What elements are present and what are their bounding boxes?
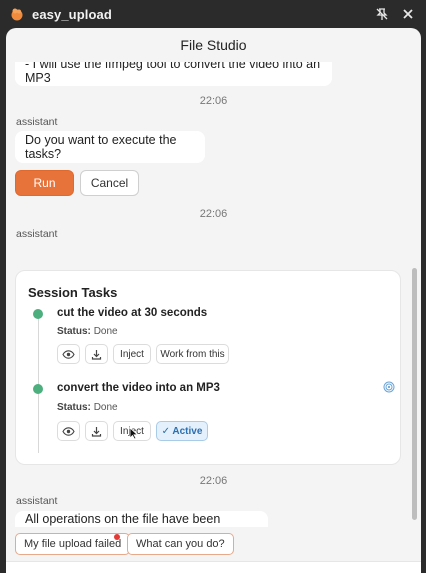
assistant-message-plan: - I will use the ffmpeg tool to convert … [15, 62, 332, 86]
status-value: Done [93, 326, 118, 337]
target-icon[interactable] [383, 381, 395, 393]
message-input-area[interactable] [6, 561, 421, 573]
app-logo-icon [11, 8, 23, 21]
task-status: Status: Done [57, 326, 118, 337]
assistant-message-final: All operations on the file have been per… [15, 511, 268, 527]
message-timestamp: 22:06 [199, 95, 228, 107]
message-timestamp: 22:06 [199, 208, 228, 220]
task-status: Status: Done [57, 402, 118, 413]
sender-label: assistant [16, 116, 58, 128]
active-toggle-button[interactable]: ✓ Active [156, 421, 208, 441]
eye-icon [62, 349, 75, 359]
sender-label: assistant [16, 495, 58, 507]
title-bar: easy_upload [0, 0, 426, 28]
chat-scrollbar[interactable] [412, 268, 417, 520]
download-button[interactable] [85, 344, 108, 364]
page-title: File Studio [180, 37, 247, 53]
view-button[interactable] [57, 421, 80, 441]
main-panel: File Studio - I will use the ffmpeg tool… [6, 28, 421, 573]
eye-icon [62, 426, 75, 436]
work-from-this-button[interactable]: Work from this [156, 344, 229, 364]
notification-dot [114, 534, 120, 540]
suggestion-what-can-you-do[interactable]: What can you do? [127, 533, 234, 555]
close-icon[interactable] [400, 5, 416, 23]
mouse-cursor-icon [129, 427, 139, 440]
inject-button[interactable]: Inject [113, 344, 151, 364]
download-icon [91, 426, 102, 437]
download-icon [91, 349, 102, 360]
task-done-dot [33, 384, 43, 394]
run-button[interactable]: Run [15, 170, 74, 196]
status-value: Done [93, 402, 118, 413]
task-title: convert the video into an MP3 [57, 382, 220, 394]
suggestion-upload-failed[interactable]: My file upload failed [15, 533, 131, 555]
pin-off-icon[interactable] [374, 5, 390, 23]
status-label: Status: [57, 402, 91, 413]
message-text: Do you want to execute the tasks? [25, 133, 177, 161]
sender-label: assistant [16, 228, 58, 240]
task-done-dot [33, 309, 43, 319]
view-button[interactable] [57, 344, 80, 364]
assistant-message-question: Do you want to execute the tasks? [15, 131, 205, 163]
cancel-button[interactable]: Cancel [80, 170, 139, 196]
message-text: All operations on the file have been per… [25, 512, 221, 527]
status-label: Status: [57, 326, 91, 337]
message-text: - I will use the ffmpeg tool to convert … [25, 62, 321, 85]
download-button[interactable] [85, 421, 108, 441]
message-timestamp: 22:06 [199, 475, 228, 487]
task-title: cut the video at 30 seconds [57, 307, 208, 319]
chat-area[interactable]: - I will use the ffmpeg tool to convert … [6, 62, 421, 527]
app-title: easy_upload [32, 6, 112, 22]
session-tasks-card: Session Tasks cut the video at 30 second… [15, 270, 401, 465]
session-tasks-title: Session Tasks [28, 285, 118, 300]
